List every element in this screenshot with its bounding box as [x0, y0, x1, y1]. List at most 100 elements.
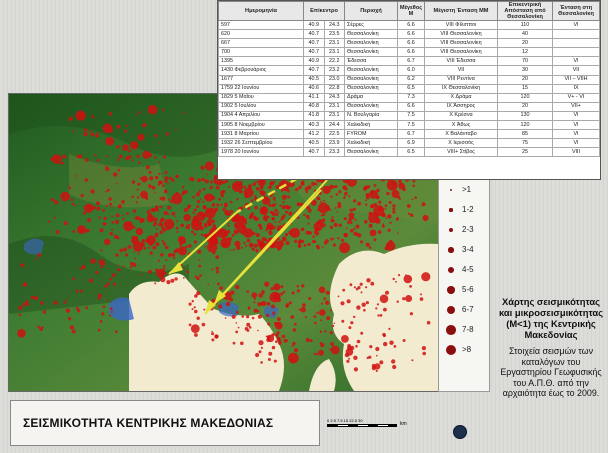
legend-item: 1-2	[439, 202, 489, 220]
epicenter-dot	[353, 367, 358, 372]
table-cell: 1430 Φεβρουάριος	[218, 65, 304, 76]
epicenter-dot	[199, 198, 202, 200]
epicenter-dot	[196, 199, 201, 204]
table-cell: 40.7	[303, 65, 325, 76]
epicenter-dot	[68, 187, 72, 190]
epicenter-dot	[318, 349, 324, 356]
table-cell: 20	[497, 74, 553, 85]
epicenter-dot	[20, 263, 25, 268]
epicenter-dot	[308, 231, 312, 235]
legend-item: >1	[439, 182, 489, 200]
epicenter-dot	[337, 201, 341, 206]
epicenter-dot	[81, 226, 85, 229]
epicenter-dot	[379, 294, 389, 304]
epicenter-dot	[268, 186, 272, 190]
epicenter-dot	[234, 240, 241, 247]
epicenter-dot	[303, 244, 307, 247]
epicenter-dot	[22, 303, 26, 307]
epicenter-dot	[164, 190, 168, 194]
epicenter-dot	[280, 218, 283, 221]
epicenter-dot	[313, 315, 317, 318]
epicenter-dot	[251, 231, 256, 236]
epicenter-dot	[227, 224, 230, 227]
epicenter-dot	[79, 228, 83, 232]
epicenter-dot	[178, 236, 183, 241]
epicenter-dot	[62, 154, 67, 159]
epicenter-dot	[152, 223, 156, 227]
slide-title: ΣΕΙΣΜΙΚΟΤΗΤΑ ΚΕΝΤΡΙΚΗΣ ΜΑΚΕΔΟΝΙΑΣ	[23, 416, 274, 430]
table-cell: 15	[497, 83, 553, 94]
table-cell: Έδεσσα	[344, 56, 398, 67]
epicenter-dot	[182, 277, 185, 279]
epicenter-dot	[75, 175, 78, 177]
epicenter-dot	[373, 238, 377, 242]
epicenter-dot	[271, 333, 275, 337]
epicenter-dot	[260, 179, 265, 184]
epicenter-dot	[108, 112, 113, 116]
table-row: 667 40.7 23.1 Θεσσαλονίκη 6.6 VIII Θεσσαλονίκ…	[218, 38, 600, 49]
epicenter-dot	[251, 247, 255, 251]
epicenter-dot	[95, 133, 99, 138]
table-cell: 40.8	[303, 101, 325, 112]
epicenter-dot	[420, 293, 422, 296]
epicenter-dot	[257, 240, 265, 248]
epicenter-dot	[136, 196, 139, 199]
table-cell: Χαλκιδική	[344, 138, 398, 149]
epicenter-dot	[253, 297, 256, 300]
table-cell: 1931 8 Μαρτίου	[218, 129, 304, 140]
epicenter-dot	[369, 190, 378, 199]
col-region: Περιοχή	[344, 1, 398, 21]
epicenter-dot	[89, 130, 92, 133]
epicenter-dot	[353, 199, 357, 203]
epicenter-dot	[403, 274, 413, 284]
epicenter-dot	[148, 170, 152, 174]
epicenter-dot	[288, 211, 293, 216]
epicenter-dot	[268, 203, 272, 207]
table-row: 1759 22 Ιουνίου 40.6 22.8 Θεσσαλονίκη 6.5 IX …	[218, 83, 600, 94]
epicenter-dot	[294, 322, 297, 326]
epicenter-dot	[163, 155, 167, 159]
epicenter-dot	[191, 308, 194, 311]
table-cell: Δράμα	[344, 92, 398, 103]
table-cell: 1932 26 Σεπτεμβρίου	[218, 138, 304, 149]
epicenter-dot	[406, 204, 411, 208]
epicenter-dot	[337, 237, 340, 240]
epicenter-dot	[122, 217, 125, 220]
epicenter-dot	[117, 268, 121, 272]
epicenter-dot	[341, 238, 344, 242]
legend-dot	[449, 208, 453, 212]
magnitude-legend: >1 1-2 2-3 3-4 4-5 5-6 6-7 7-8 >8	[438, 175, 490, 392]
epicenter-dot	[273, 283, 281, 291]
epicenter-dot	[133, 251, 135, 253]
epicenter-dot	[254, 217, 259, 221]
epicenter-dot	[99, 228, 104, 233]
epicenter-dot	[207, 283, 210, 286]
epicenter-dot	[35, 257, 38, 260]
epicenter-dot	[157, 209, 159, 212]
table-cell: 70	[497, 56, 553, 67]
epicenter-dot	[302, 303, 306, 307]
epicenter-dot	[360, 331, 364, 335]
legend-label: 6-7	[462, 305, 474, 314]
epicenter-dot	[330, 195, 333, 198]
epicenter-dot	[271, 217, 275, 221]
epicenter-dot	[260, 361, 263, 364]
epicenter-dot	[360, 291, 363, 294]
table-cell: VI	[552, 110, 600, 122]
epicenter-dot	[391, 190, 400, 198]
epicenter-dot	[368, 355, 372, 359]
epicenter-dot	[356, 339, 361, 344]
table-cell: VIII+ Στίβος	[424, 147, 498, 158]
epicenter-dot	[241, 315, 244, 318]
epicenter-dot	[324, 242, 327, 245]
epicenter-dot	[50, 198, 54, 202]
epicenter-dot	[330, 237, 333, 241]
epicenter-dot	[421, 346, 426, 351]
epicenter-dot	[164, 171, 168, 175]
table-row: 1978 20 Ιουνίου 40.7 23.3 Θεσσαλονίκη 6.5 VII…	[218, 147, 600, 158]
epicenter-dot	[199, 226, 204, 231]
epicenter-dot	[140, 218, 144, 222]
epicenter-dot	[162, 108, 165, 112]
legend-dot	[448, 227, 454, 233]
epicenter-dot	[365, 286, 368, 289]
